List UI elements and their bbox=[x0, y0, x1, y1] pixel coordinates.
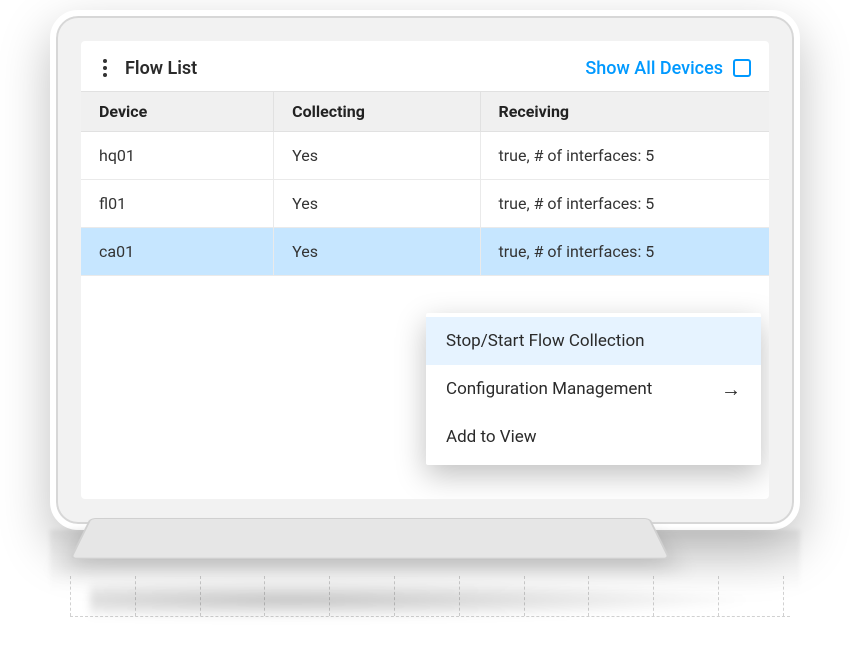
title-group: Flow List bbox=[99, 55, 197, 81]
col-device[interactable]: Device bbox=[81, 92, 274, 132]
kebab-menu-icon[interactable] bbox=[99, 55, 111, 81]
tablet-frame: Flow List Show All Devices Device Collec… bbox=[50, 10, 800, 530]
device-link[interactable]: hq01 bbox=[81, 132, 274, 180]
context-menu: Stop/Start Flow Collection Configuration… bbox=[426, 313, 761, 465]
show-all-label: Show All Devices bbox=[585, 58, 723, 79]
checkbox-icon[interactable] bbox=[733, 59, 751, 77]
table-row[interactable]: ca01 Yes true, # of interfaces: 5 bbox=[81, 228, 769, 276]
table-row[interactable]: hq01 Yes true, # of interfaces: 5 bbox=[81, 132, 769, 180]
collecting-cell: Yes bbox=[274, 132, 480, 180]
keyboard-stand bbox=[70, 518, 671, 559]
ruler-baseline bbox=[70, 616, 790, 617]
collecting-cell: Yes bbox=[274, 228, 480, 276]
receiving-cell: true, # of interfaces: 5 bbox=[480, 180, 769, 228]
screen: Flow List Show All Devices Device Collec… bbox=[81, 41, 769, 499]
flow-table: Device Collecting Receiving hq01 Yes tru… bbox=[81, 91, 769, 276]
menu-item-config-mgmt[interactable]: Configuration Management → bbox=[426, 365, 761, 413]
table-row[interactable]: fl01 Yes true, # of interfaces: 5 bbox=[81, 180, 769, 228]
menu-item-label: Stop/Start Flow Collection bbox=[446, 331, 645, 351]
menu-item-add-to-view[interactable]: Add to View bbox=[426, 413, 761, 461]
receiving-cell: true, # of interfaces: 5 bbox=[480, 228, 769, 276]
collecting-cell: Yes bbox=[274, 180, 480, 228]
menu-item-stop-start[interactable]: Stop/Start Flow Collection bbox=[426, 317, 761, 365]
receiving-cell: true, # of interfaces: 5 bbox=[480, 132, 769, 180]
menu-item-label: Add to View bbox=[446, 427, 537, 447]
show-all-devices-toggle[interactable]: Show All Devices bbox=[585, 58, 751, 79]
col-collecting[interactable]: Collecting bbox=[274, 92, 480, 132]
menu-item-label: Configuration Management bbox=[446, 379, 652, 399]
col-receiving[interactable]: Receiving bbox=[480, 92, 769, 132]
device-link[interactable]: ca01 bbox=[81, 228, 274, 276]
ruler bbox=[70, 576, 790, 646]
device-link[interactable]: fl01 bbox=[81, 180, 274, 228]
chevron-right-icon: → bbox=[721, 379, 741, 399]
page-title: Flow List bbox=[125, 58, 197, 79]
list-header: Flow List Show All Devices bbox=[81, 41, 769, 91]
